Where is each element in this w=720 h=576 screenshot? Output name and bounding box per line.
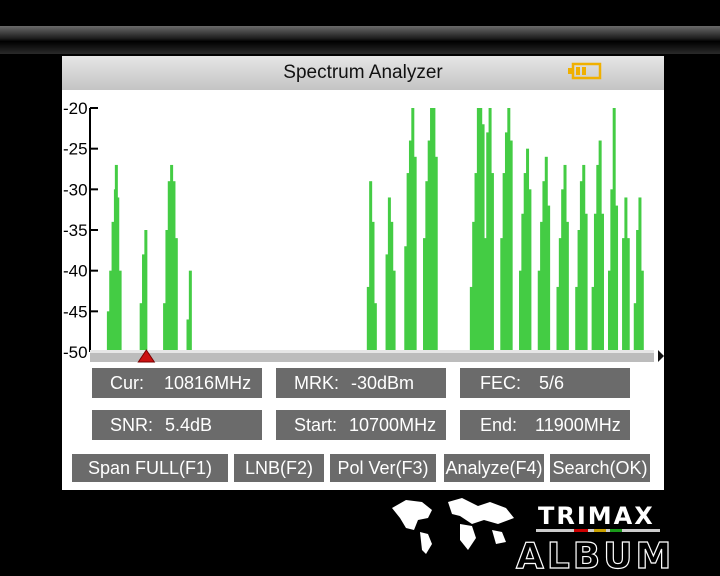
cur-value: 10816MHz: [164, 372, 252, 393]
y-tick-label: -30: [63, 180, 88, 199]
start-field: Start: 10700MHz: [276, 410, 446, 440]
logo-brand: TRIMAX: [538, 502, 655, 530]
analyze-button[interactable]: Analyze(F4): [444, 454, 544, 482]
spectrum-bar: [584, 213, 588, 350]
scroll-right-arrow-icon[interactable]: [658, 350, 664, 362]
spectrum-bar: [373, 303, 377, 350]
fec-label: FEC:: [480, 372, 522, 393]
mrk-value: -30dBm: [351, 372, 415, 393]
start-value: 10700MHz: [349, 414, 437, 435]
mrk-label: MRK:: [294, 372, 339, 393]
span-full-button[interactable]: Span FULL(F1): [72, 454, 228, 482]
title-bar: Spectrum Analyzer: [62, 56, 664, 90]
spectrum-bar: [565, 221, 569, 350]
y-axis: -20 -25 -30 -35 -40 -45 -50: [63, 99, 98, 362]
fec-value: 5/6: [539, 372, 565, 393]
snr-label: SNR:: [110, 414, 154, 435]
spectrum-graph: -20 -25 -30 -35 -40 -45 -50: [63, 99, 664, 363]
spectrum-bars: [106, 108, 644, 350]
y-tick-label: -40: [63, 262, 88, 281]
spectrum-bar: [509, 140, 513, 350]
cur-label: Cur:: [110, 372, 145, 393]
polarization-button[interactable]: Pol Ver(F3): [330, 454, 436, 482]
snr-field: SNR: 5.4dB: [92, 410, 262, 440]
spectrum-bar: [490, 173, 494, 350]
spectrum-bar: [547, 205, 551, 350]
world-map-icon: [392, 498, 514, 554]
snr-value: 5.4dB: [165, 414, 213, 435]
cur-field: Cur: 10816MHz: [92, 368, 262, 398]
mrk-field: MRK: -30dBm: [276, 368, 446, 398]
y-tick-label: -25: [63, 140, 88, 159]
spectrum-bar: [615, 205, 619, 350]
spectrum-bar: [392, 270, 396, 350]
end-field: End: 11900MHz: [460, 410, 630, 440]
slider-highlight: [90, 350, 654, 353]
spectrum-analyzer-panel: Spectrum Analyzer -20 -25 -30 -35 -40 -45 -50 …: [62, 56, 664, 490]
spectrum-bar: [118, 270, 122, 350]
spectrum-bar: [144, 230, 148, 350]
end-label: End:: [480, 414, 518, 435]
spectrum-bar: [188, 270, 192, 350]
spectrum-bar: [413, 156, 417, 350]
search-button[interactable]: Search(OK): [550, 454, 650, 482]
y-tick-label: -20: [63, 99, 88, 118]
logo-sub: ALBUM: [516, 536, 674, 576]
top-bar: [0, 26, 720, 54]
spectrum-bar: [434, 156, 438, 350]
spectrum-bar: [528, 189, 532, 350]
y-tick-label: -35: [63, 221, 88, 240]
y-tick-label: -45: [63, 302, 88, 321]
spectrum-bar: [600, 213, 604, 350]
start-label: Start:: [294, 414, 338, 435]
battery-icon: [568, 62, 602, 80]
end-value: 11900MHz: [535, 414, 621, 435]
spectrum-bar: [174, 238, 178, 350]
fec-field: FEC: 5/6: [460, 368, 630, 398]
spectrum-bar: [640, 270, 644, 350]
lnb-button[interactable]: LNB(F2): [234, 454, 324, 482]
spectrum-bar: [626, 238, 630, 350]
y-tick-label: -50: [63, 343, 88, 362]
trimax-album-logo: TRIMAX ALBUM: [392, 498, 674, 576]
